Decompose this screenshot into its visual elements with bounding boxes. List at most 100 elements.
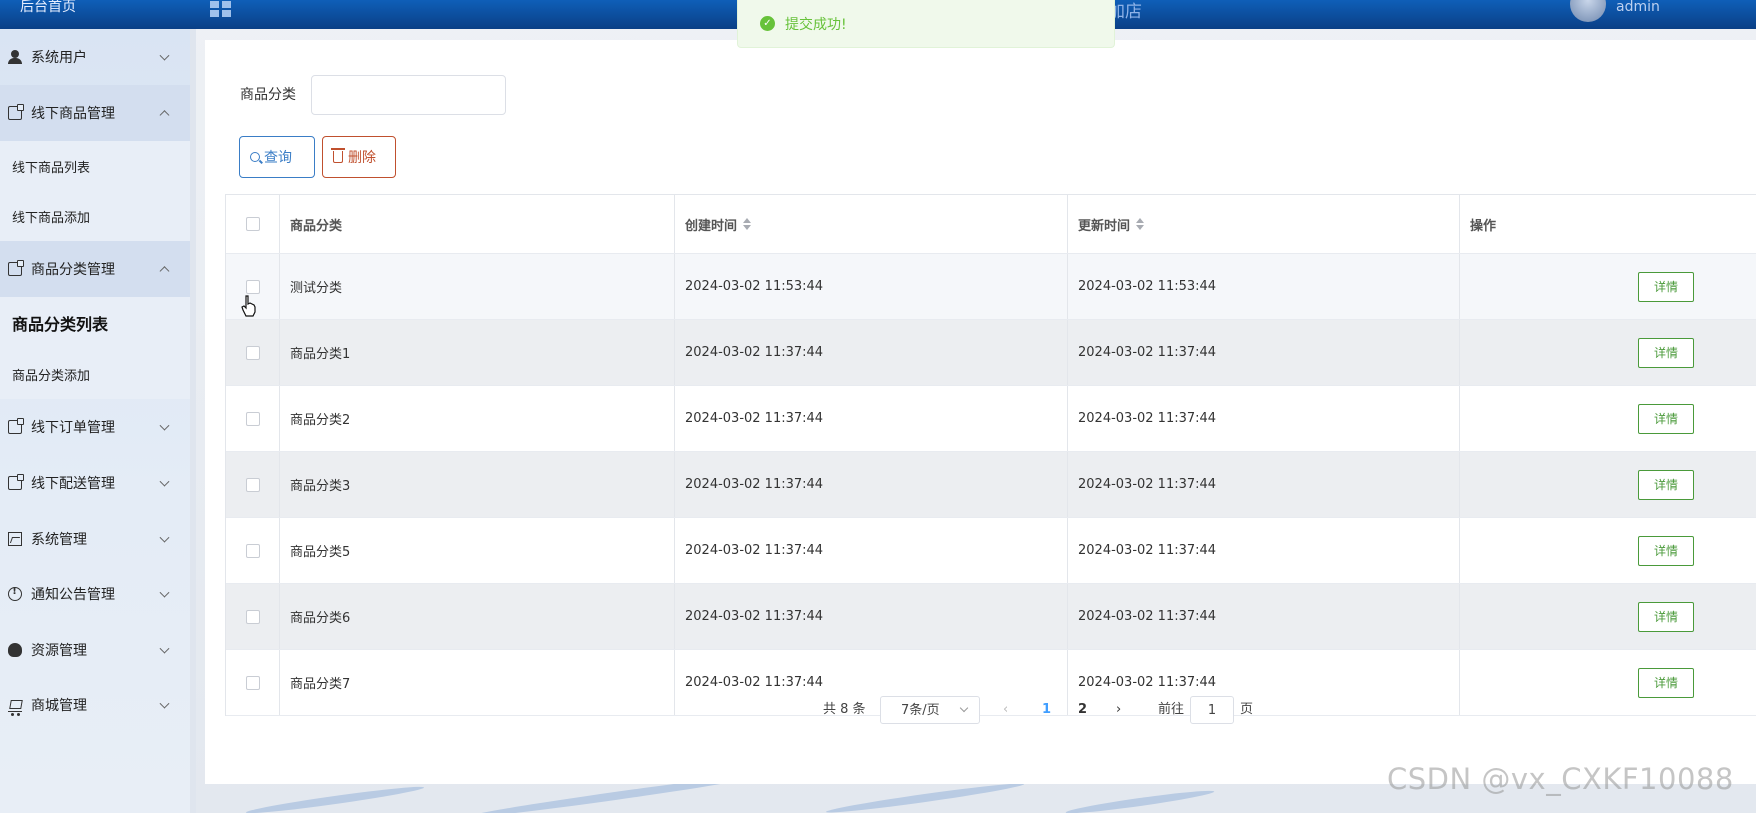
table-row[interactable]: 商品分类2 2024-03-02 11:37:44 2024-03-02 11:… (226, 386, 1756, 452)
goto-page-input[interactable]: 1 (1190, 696, 1234, 724)
sidebar-item-label: 线下订单管理 (31, 420, 115, 436)
row-checkbox[interactable] (245, 345, 260, 360)
column-header-created[interactable]: 创建时间 (675, 195, 1068, 253)
chevron-down-icon (159, 643, 170, 654)
cell-created: 2024-03-02 11:37:44 (675, 584, 1068, 649)
row-checkbox[interactable] (245, 411, 260, 426)
cell-category: 商品分类5 (280, 518, 675, 583)
home-link[interactable]: 后台首页 (20, 0, 76, 14)
category-filter-label: 商品分类 (240, 87, 296, 103)
page-size-value: 7条/页 (901, 703, 940, 718)
detail-button[interactable]: 详情 (1638, 403, 1694, 434)
pagination-total: 共 8 条 (823, 702, 866, 717)
table-row[interactable]: 商品分类3 2024-03-02 11:37:44 2024-03-02 11:… (226, 452, 1756, 518)
sidebar-subitem-offline-product-add[interactable]: 线下商品添加 (0, 191, 190, 241)
delete-button[interactable]: 删除 (322, 136, 396, 178)
page-number-2[interactable]: 2 (1078, 696, 1087, 724)
chevron-down-icon (959, 703, 969, 713)
detail-button[interactable]: 详情 (1638, 271, 1694, 302)
sort-icon[interactable] (743, 218, 752, 230)
sidebar-item-offline-orders[interactable]: 线下订单管理 (0, 399, 190, 455)
cell-category: 测试分类 (280, 254, 675, 319)
document-icon (8, 104, 24, 120)
sidebar-item-system-users[interactable]: 系统用户 (0, 29, 190, 85)
table-row[interactable]: 商品分类5 2024-03-02 11:37:44 2024-03-02 11:… (226, 518, 1756, 584)
select-all-checkbox[interactable] (245, 217, 260, 231)
pagination: 共 8 条 7条/页 ‹ 1 2 › 前往 1 页 (0, 696, 1756, 726)
row-checkbox[interactable] (245, 477, 260, 492)
sidebar-item-label: 线下商品管理 (31, 106, 115, 122)
prev-page-icon[interactable]: ‹ (1003, 696, 1008, 724)
row-checkbox[interactable] (245, 609, 260, 624)
category-filter-input[interactable] (311, 75, 506, 115)
cell-category: 商品分类3 (280, 452, 675, 517)
page-size-select[interactable]: 7条/页 (880, 696, 980, 724)
sidebar-item-resources[interactable]: 资源管理 (0, 622, 190, 678)
avatar[interactable] (1570, 0, 1606, 22)
next-page-icon[interactable]: › (1116, 696, 1121, 724)
page-number-1[interactable]: 1 (1042, 696, 1051, 724)
sidebar-item-offline-products[interactable]: 线下商品管理 (0, 85, 190, 141)
cell-created: 2024-03-02 11:37:44 (675, 320, 1068, 385)
cell-updated: 2024-03-02 11:37:44 (1068, 518, 1460, 583)
sidebar-item-label: 资源管理 (31, 643, 87, 659)
watermark: CSDN @vx_CXKF10088 (1387, 762, 1734, 796)
cell-updated: 2024-03-02 11:37:44 (1068, 584, 1460, 649)
cell-updated: 2024-03-02 11:37:44 (1068, 452, 1460, 517)
table-header-row: 商品分类 创建时间 更新时间 操作 (226, 195, 1756, 254)
page-unit-label: 页 (1240, 702, 1254, 717)
sidebar-item-label: 系统用户 (31, 50, 87, 66)
table-row[interactable]: 测试分类 2024-03-02 11:53:44 2024-03-02 11:5… (226, 254, 1756, 320)
picture-icon (8, 532, 22, 546)
detail-button[interactable]: 详情 (1638, 469, 1694, 500)
row-checkbox[interactable] (245, 543, 260, 558)
query-button[interactable]: 查询 (239, 136, 315, 178)
bulb-icon (8, 643, 22, 657)
chevron-up-icon (159, 110, 170, 121)
toast-message: 提交成功! (785, 16, 847, 33)
sidebar-item-system-management[interactable]: 系统管理 (0, 511, 190, 567)
cell-created: 2024-03-02 11:37:44 (675, 518, 1068, 583)
chevron-up-icon (159, 266, 170, 277)
goto-label: 前往 (1158, 702, 1185, 717)
row-checkbox[interactable] (245, 675, 260, 690)
query-button-label: 查询 (264, 150, 292, 166)
check-circle-icon: ✓ (760, 16, 775, 31)
sidebar-subitem-offline-product-list[interactable]: 线下商品列表 (0, 141, 190, 191)
main-panel: 商品分类 查询 删除 商品分类 创建时间 更新时间 操作 测试分类 2024-0… (205, 40, 1756, 784)
table-row[interactable]: 商品分类6 2024-03-02 11:37:44 2024-03-02 11:… (226, 584, 1756, 650)
sidebar-item-category-management[interactable]: 商品分类管理 (0, 241, 190, 297)
sidebar-subitem-category-add[interactable]: 商品分类添加 (0, 349, 190, 399)
sidebar-subitem-category-list[interactable]: 商品分类列表 (0, 297, 190, 349)
cell-created: 2024-03-02 11:37:44 (675, 386, 1068, 451)
trash-icon (331, 148, 345, 163)
table-row[interactable]: 商品分类1 2024-03-02 11:37:44 2024-03-02 11:… (226, 320, 1756, 386)
column-header-category[interactable]: 商品分类 (280, 195, 675, 253)
detail-button[interactable]: 详情 (1638, 667, 1694, 698)
sidebar-item-label: 商品分类管理 (31, 262, 115, 278)
search-icon (250, 152, 260, 162)
grid-menu-icon[interactable] (210, 1, 232, 17)
username[interactable]: admin (1616, 0, 1660, 14)
column-header-updated[interactable]: 更新时间 (1068, 195, 1460, 253)
chevron-down-icon (159, 587, 170, 598)
category-table: 商品分类 创建时间 更新时间 操作 测试分类 2024-03-02 11:53:… (225, 194, 1756, 716)
user-icon (8, 50, 22, 64)
chevron-down-icon (159, 420, 170, 431)
cell-category: 商品分类1 (280, 320, 675, 385)
column-header-label: 创建时间 (685, 218, 738, 234)
hand-cursor-icon (241, 295, 256, 317)
cell-updated: 2024-03-02 11:37:44 (1068, 320, 1460, 385)
row-checkbox[interactable] (245, 279, 260, 294)
cell-category: 商品分类2 (280, 386, 675, 451)
delete-button-label: 删除 (348, 150, 376, 166)
chevron-down-icon (159, 476, 170, 487)
detail-button[interactable]: 详情 (1638, 601, 1694, 632)
detail-button[interactable]: 详情 (1638, 535, 1694, 566)
detail-button[interactable]: 详情 (1638, 337, 1694, 368)
sort-icon[interactable] (1136, 218, 1145, 230)
sidebar-item-notices[interactable]: 通知公告管理 (0, 566, 190, 622)
sidebar-item-offline-delivery[interactable]: 线下配送管理 (0, 455, 190, 511)
cell-updated: 2024-03-02 11:37:44 (1068, 386, 1460, 451)
column-header-label: 更新时间 (1078, 218, 1131, 234)
